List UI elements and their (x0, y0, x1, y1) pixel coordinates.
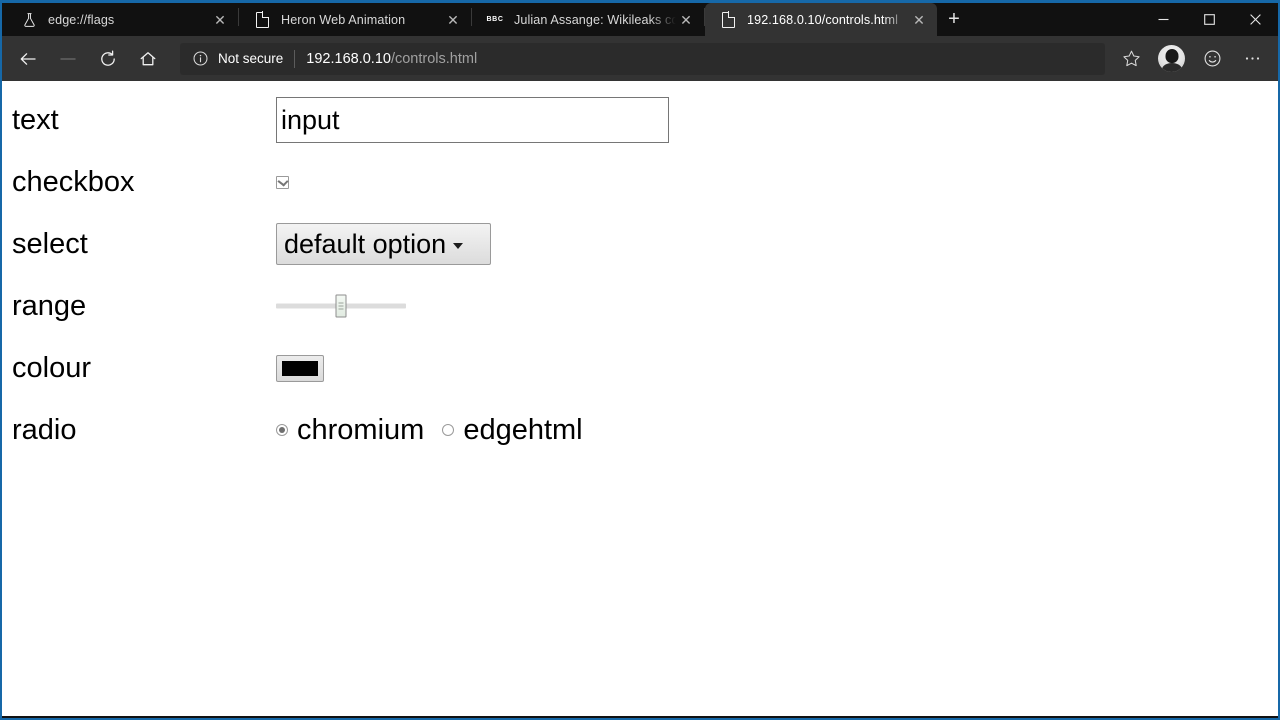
tab-title: Heron Web Animation (281, 12, 406, 27)
address-bar-divider (294, 49, 296, 68)
tab-close-icon[interactable]: ✕ (443, 10, 463, 30)
tab-title: Julian Assange: Wikileaks co-fou (514, 12, 676, 27)
check-icon (277, 176, 289, 186)
checkbox-input[interactable] (276, 175, 289, 189)
forward-button[interactable] (48, 41, 88, 77)
form-row-checkbox: checkbox (2, 151, 1278, 213)
file-icon (253, 11, 271, 29)
browser-window: edge://flags ✕ Heron Web Animation ✕ BBC… (0, 0, 1280, 720)
info-circle-icon (190, 49, 210, 69)
tab-close-icon[interactable]: ✕ (210, 10, 230, 30)
colour-swatch (282, 360, 318, 376)
tab-strip: edge://flags ✕ Heron Web Animation ✕ BBC… (2, 3, 1278, 36)
radio-option-chromium[interactable]: chromium (276, 413, 425, 446)
label-checkbox: checkbox (12, 165, 135, 198)
maximize-button[interactable] (1186, 3, 1232, 36)
field-colour (276, 354, 324, 382)
url-path: /controls.html (390, 50, 478, 67)
field-range (276, 293, 406, 319)
radio-option-edgehtml[interactable]: edgehtml (442, 413, 583, 446)
feedback-smiley-icon[interactable] (1192, 41, 1232, 77)
flask-icon (20, 11, 38, 29)
colour-input[interactable] (276, 354, 324, 382)
form-row-colour: colour (2, 337, 1278, 399)
back-button[interactable] (8, 41, 48, 77)
minimize-button[interactable] (1140, 3, 1186, 36)
radio-input-edgehtml[interactable] (442, 424, 455, 436)
label-select: select (12, 227, 88, 260)
tab-title: 192.168.0.10/controls.html (747, 12, 899, 27)
favorite-star-icon[interactable] (1111, 41, 1151, 77)
url-text: 192.168.0.10/controls.html (306, 51, 477, 67)
security-status-label: Not secure (218, 51, 284, 66)
refresh-button[interactable] (88, 41, 128, 77)
form-row-text: text (2, 89, 1278, 151)
form-row-radio: radio chromium edgehtml (2, 399, 1278, 461)
tab-julian-assange-wikileaks[interactable]: BBC Julian Assange: Wikileaks co-fou ✕ (472, 3, 704, 36)
bbc-icon-label: BBC (486, 16, 504, 23)
bbc-icon: BBC (486, 11, 504, 29)
home-button[interactable] (128, 41, 168, 77)
url-host: 192.168.0.10 (306, 50, 391, 67)
radio-group: chromium edgehtml (276, 413, 583, 446)
settings-more-icon[interactable] (1232, 41, 1272, 77)
select-selected-value: default option (284, 228, 447, 259)
label-range: range (12, 289, 87, 322)
form-row-range: range (2, 275, 1278, 337)
tab-edge-flags[interactable]: edge://flags ✕ (6, 3, 238, 36)
file-icon (719, 11, 737, 29)
form-row-select: select default option (2, 213, 1278, 275)
window-controls (1140, 3, 1278, 36)
browser-toolbar: Not secure 192.168.0.10/controls.html (2, 36, 1278, 81)
field-text (276, 97, 669, 143)
range-thumb[interactable] (335, 294, 347, 318)
field-checkbox (276, 175, 289, 189)
text-input[interactable] (276, 97, 669, 143)
radio-label-edgehtml: edgehtml (463, 413, 583, 446)
toolbar-actions (1111, 41, 1272, 77)
range-slider[interactable] (276, 293, 406, 319)
close-button[interactable] (1232, 3, 1278, 36)
profile-avatar[interactable] (1158, 45, 1185, 72)
radio-label-chromium: chromium (297, 413, 425, 446)
tab-close-icon[interactable]: ✕ (909, 10, 929, 30)
radio-input-chromium[interactable] (276, 424, 288, 436)
field-radio: chromium edgehtml (276, 413, 583, 446)
tab-heron-web-animation[interactable]: Heron Web Animation ✕ (239, 3, 471, 36)
tab-controls-html[interactable]: 192.168.0.10/controls.html ✕ (705, 3, 937, 36)
address-bar[interactable]: Not secure 192.168.0.10/controls.html (180, 42, 1105, 75)
chevron-down-icon (453, 242, 464, 249)
controls-form: text checkbox select defau (2, 81, 1278, 461)
field-select: default option (276, 223, 491, 265)
select-input[interactable]: default option (276, 223, 491, 265)
tab-title: edge://flags (48, 12, 115, 27)
new-tab-button[interactable]: + (937, 4, 971, 34)
label-colour: colour (12, 351, 91, 384)
page-content: text checkbox select defau (2, 81, 1278, 716)
label-radio: radio (12, 413, 77, 446)
tab-close-icon[interactable]: ✕ (676, 10, 696, 30)
label-text: text (12, 103, 59, 136)
